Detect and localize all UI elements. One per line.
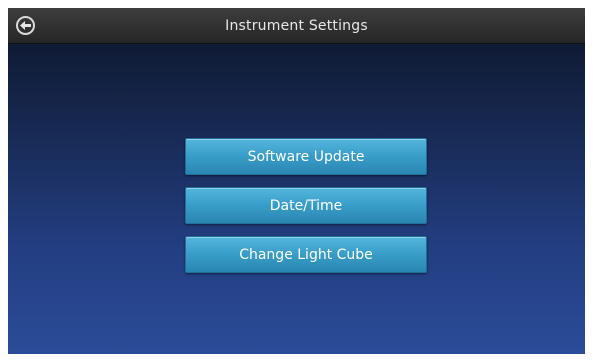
- back-arrow-icon: [20, 21, 31, 30]
- page-title: Instrument Settings: [225, 17, 368, 34]
- change-light-cube-button[interactable]: Change Light Cube: [185, 236, 427, 273]
- software-update-button[interactable]: Software Update: [185, 138, 427, 175]
- settings-menu: Software Update Date/Time Change Light C…: [185, 138, 427, 285]
- title-bar: Instrument Settings: [8, 8, 585, 44]
- date-time-button[interactable]: Date/Time: [185, 187, 427, 224]
- back-button[interactable]: [16, 16, 35, 35]
- instrument-screen: Instrument Settings Software Update Date…: [8, 8, 585, 354]
